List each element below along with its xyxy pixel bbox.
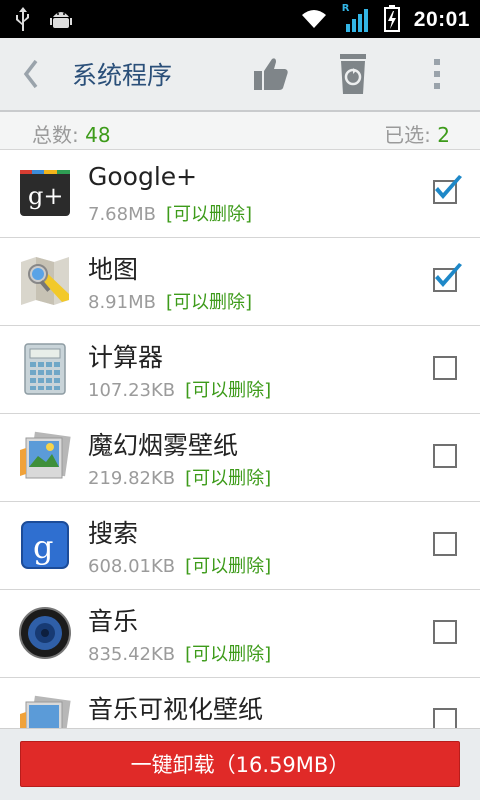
total-label: 总数: bbox=[32, 123, 79, 147]
app-meta: 7.68MB [可以删除] bbox=[88, 200, 252, 226]
removable-tag: [可以删除] bbox=[165, 292, 253, 313]
removable-tag: [可以删除] bbox=[185, 556, 272, 577]
select-checkbox[interactable] bbox=[433, 620, 457, 644]
removable-tag: [可以删除] bbox=[185, 468, 272, 489]
total-value: 48 bbox=[85, 123, 111, 147]
list-item[interactable]: 音乐可视化壁纸 bbox=[0, 678, 480, 728]
app-name: 音乐 bbox=[88, 607, 139, 636]
app-size: 219.82KB bbox=[88, 468, 176, 489]
removable-tag: [可以删除] bbox=[165, 204, 253, 225]
selected-count: 已选: 2 bbox=[384, 119, 450, 148]
select-checkbox[interactable] bbox=[433, 263, 462, 292]
wifi-icon bbox=[300, 6, 328, 34]
select-checkbox[interactable] bbox=[433, 356, 457, 380]
app-meta: 8.91MB [可以删除] bbox=[88, 288, 252, 314]
app-name: Google+ bbox=[88, 162, 198, 191]
action-bar: 系统程序 bbox=[0, 38, 480, 112]
list-item[interactable]: 音乐 835.42KB [可以删除] bbox=[0, 590, 480, 678]
app-size: 7.68MB bbox=[88, 204, 156, 225]
app-name: 魔幻烟雾壁纸 bbox=[88, 431, 239, 460]
app-meta: 219.82KB [可以删除] bbox=[88, 464, 271, 490]
signal-roaming-label: R bbox=[341, 3, 350, 14]
google-plus-icon: g+ bbox=[18, 166, 72, 220]
svg-text:g+: g+ bbox=[28, 182, 63, 210]
wallpaper-icon bbox=[18, 430, 72, 484]
list-item[interactable]: g+ Google+ 7.68MB [可以删除] bbox=[0, 150, 480, 238]
usb-icon bbox=[14, 6, 32, 36]
calculator-icon bbox=[18, 342, 72, 396]
total-count: 总数: 48 bbox=[32, 119, 111, 148]
bottom-bar: 一键卸载（16.59MB） bbox=[0, 728, 480, 800]
clock-time: 20:01 bbox=[413, 8, 470, 31]
overflow-menu-icon[interactable] bbox=[428, 56, 448, 92]
select-checkbox[interactable] bbox=[433, 175, 462, 204]
recycle-bin-icon[interactable] bbox=[336, 52, 370, 96]
list-item[interactable]: 魔幻烟雾壁纸 219.82KB [可以删除] bbox=[0, 414, 480, 502]
app-size: 835.42KB bbox=[88, 644, 176, 665]
check-icon bbox=[435, 175, 462, 199]
select-checkbox[interactable] bbox=[433, 444, 457, 468]
removable-tag: [可以删除] bbox=[185, 380, 272, 401]
android-debug-icon bbox=[50, 7, 72, 35]
list-item[interactable]: 地图 8.91MB [可以删除] bbox=[0, 238, 480, 326]
wallpaper-icon bbox=[18, 694, 72, 728]
app-meta: 608.01KB [可以删除] bbox=[88, 552, 271, 578]
removable-tag: [可以删除] bbox=[185, 644, 272, 665]
status-bar: R 20:01 bbox=[0, 0, 480, 38]
list-item[interactable]: g 搜索 608.01KB [可以删除] bbox=[0, 502, 480, 590]
summary-bar: 总数: 48 已选: 2 bbox=[0, 112, 480, 150]
app-name: 计算器 bbox=[88, 343, 164, 372]
app-meta: 835.42KB [可以删除] bbox=[88, 640, 271, 666]
signal-icon: R bbox=[341, 3, 370, 34]
select-checkbox[interactable] bbox=[433, 532, 457, 556]
selected-value: 2 bbox=[437, 123, 450, 147]
select-checkbox[interactable] bbox=[433, 708, 457, 728]
thumb-up-icon[interactable] bbox=[252, 56, 290, 92]
battery-charging-icon bbox=[383, 4, 400, 36]
app-name: 音乐可视化壁纸 bbox=[88, 695, 264, 724]
music-speaker-icon bbox=[18, 606, 72, 660]
selected-label: 已选: bbox=[384, 123, 431, 147]
app-size: 107.23KB bbox=[88, 380, 176, 401]
app-name: 地图 bbox=[88, 255, 139, 284]
maps-icon bbox=[18, 254, 72, 308]
check-icon bbox=[435, 263, 462, 287]
app-list[interactable]: g+ Google+ 7.68MB [可以删除] 地图 8.91MB [可以删除] … bbox=[0, 150, 480, 728]
one-key-uninstall-button[interactable]: 一键卸载（16.59MB） bbox=[20, 741, 460, 787]
back-chevron-icon[interactable] bbox=[16, 56, 46, 92]
app-size: 8.91MB bbox=[88, 292, 156, 313]
app-size: 608.01KB bbox=[88, 556, 176, 577]
google-search-icon: g bbox=[18, 518, 72, 572]
page-title: 系统程序 bbox=[72, 61, 173, 90]
app-name: 搜索 bbox=[88, 519, 139, 548]
svg-text:g: g bbox=[33, 528, 53, 566]
list-item[interactable]: 计算器 107.23KB [可以删除] bbox=[0, 326, 480, 414]
app-meta: 107.23KB [可以删除] bbox=[88, 376, 271, 402]
